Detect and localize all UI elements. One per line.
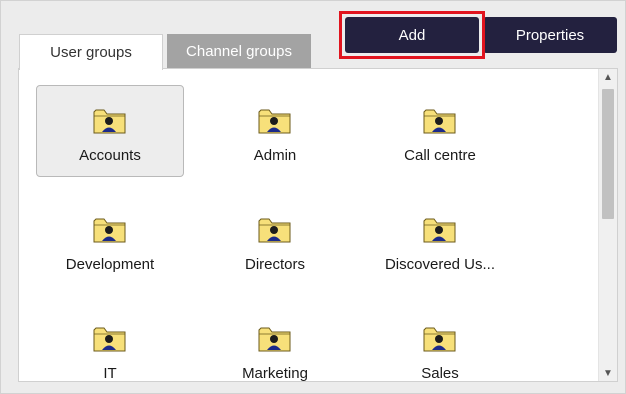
properties-button[interactable]: Properties bbox=[483, 17, 617, 53]
group-label: Development bbox=[65, 256, 155, 273]
user-groups-window: User groups Channel groups Add Propertie… bbox=[0, 0, 626, 394]
group-label: IT bbox=[103, 365, 117, 382]
group-item-sales[interactable]: Sales bbox=[366, 303, 514, 382]
user-group-folder-icon bbox=[258, 218, 291, 243]
group-label: Sales bbox=[421, 365, 459, 382]
user-group-folder-icon bbox=[423, 109, 456, 134]
group-item-admin[interactable]: Admin bbox=[201, 85, 349, 177]
group-item-it[interactable]: IT bbox=[36, 303, 184, 382]
user-group-folder-icon bbox=[423, 327, 456, 352]
vertical-scrollbar[interactable]: ▲ ▼ bbox=[598, 69, 617, 381]
group-label: Discovered Us... bbox=[384, 256, 496, 273]
group-item-discovered-users[interactable]: Discovered Us... bbox=[366, 194, 514, 286]
user-group-folder-icon bbox=[93, 218, 126, 243]
groups-panel: Accounts Admin Call centre Development D… bbox=[18, 68, 618, 382]
user-group-folder-icon bbox=[93, 109, 126, 134]
scrollbar-thumb[interactable] bbox=[602, 89, 614, 219]
user-group-folder-icon bbox=[258, 109, 291, 134]
tab-user-groups[interactable]: User groups bbox=[19, 34, 163, 70]
group-item-accounts[interactable]: Accounts bbox=[36, 85, 184, 177]
group-label: Marketing bbox=[242, 365, 308, 382]
add-button[interactable]: Add bbox=[345, 17, 479, 53]
chevron-down-icon[interactable]: ▼ bbox=[599, 365, 617, 381]
group-item-call-centre[interactable]: Call centre bbox=[366, 85, 514, 177]
group-item-development[interactable]: Development bbox=[36, 194, 184, 286]
group-item-directors[interactable]: Directors bbox=[201, 194, 349, 286]
group-label: Admin bbox=[253, 147, 297, 164]
group-item-marketing[interactable]: Marketing bbox=[201, 303, 349, 382]
user-group-folder-icon bbox=[93, 327, 126, 352]
user-group-folder-icon bbox=[258, 327, 291, 352]
user-group-folder-icon bbox=[423, 218, 456, 243]
group-label: Directors bbox=[244, 256, 305, 273]
tab-channel-groups[interactable]: Channel groups bbox=[167, 34, 311, 69]
group-label: Accounts bbox=[79, 147, 141, 164]
chevron-up-icon[interactable]: ▲ bbox=[599, 69, 617, 85]
group-label: Call centre bbox=[404, 147, 476, 164]
groups-grid: Accounts Admin Call centre Development D… bbox=[19, 69, 599, 381]
